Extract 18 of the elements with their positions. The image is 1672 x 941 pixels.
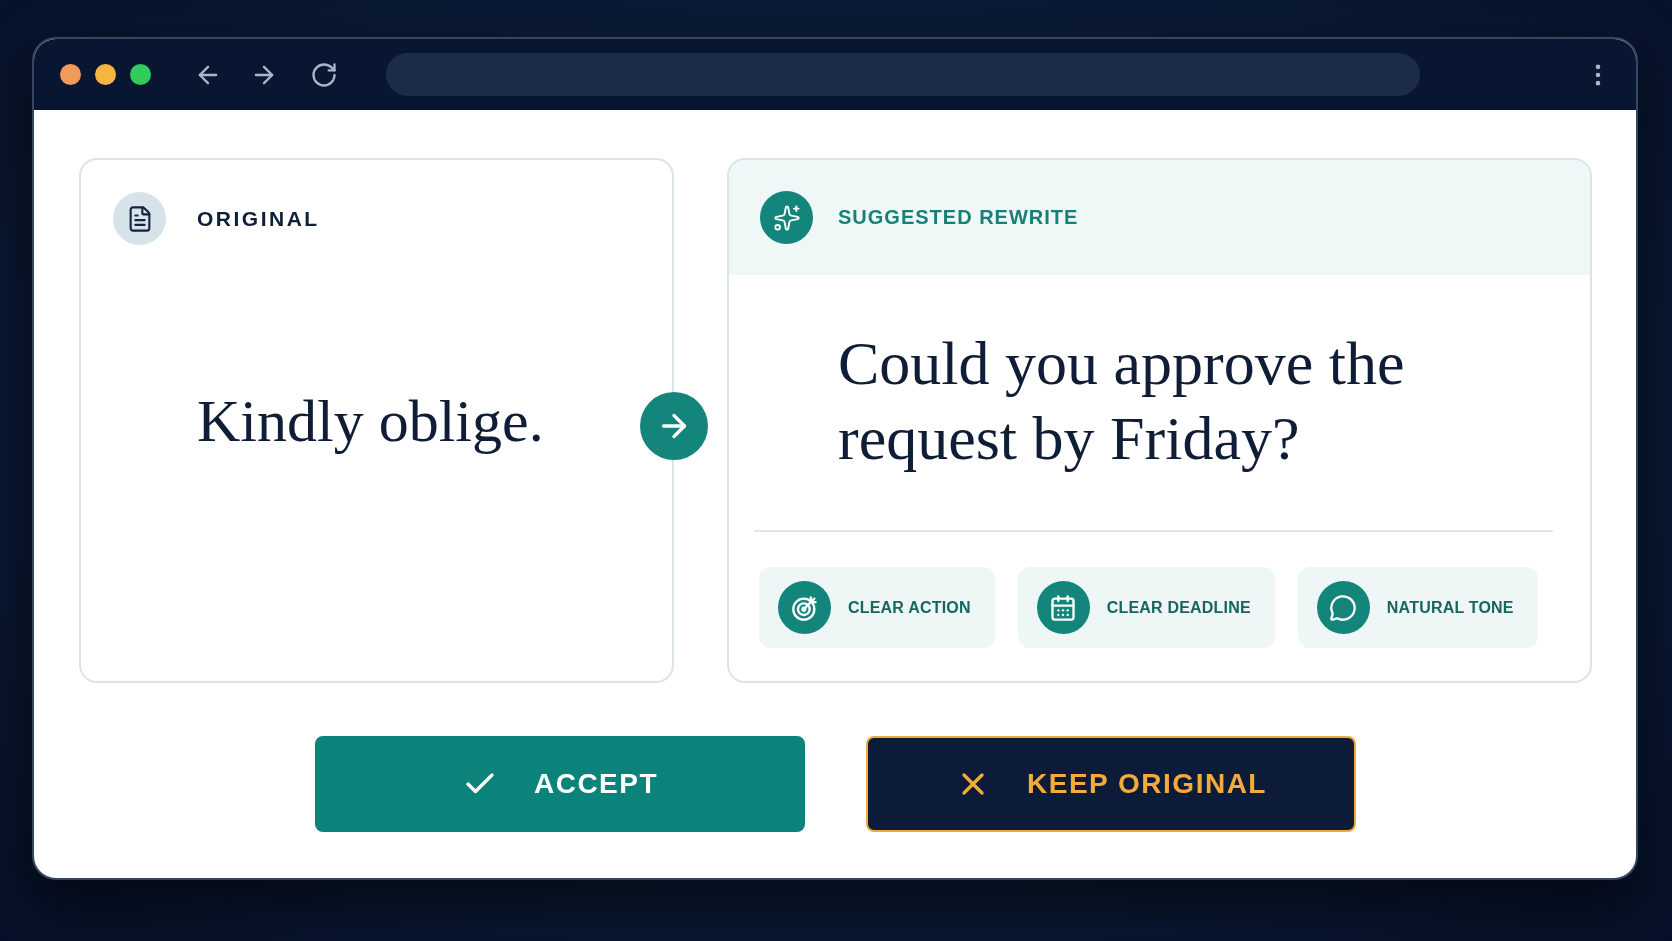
keep-original-button[interactable]: KEEP ORIGINAL (866, 736, 1356, 832)
speech-bubble-icon (1316, 581, 1370, 634)
original-label: ORIGINAL (197, 206, 320, 231)
original-text: Kindly oblige. (197, 387, 544, 456)
target-icon (778, 581, 831, 634)
reload-icon[interactable] (310, 60, 338, 89)
document-icon (113, 192, 166, 245)
window-dot-icon[interactable] (130, 64, 151, 85)
accept-button[interactable]: ACCEPT (315, 736, 805, 832)
sparkle-icon (760, 191, 813, 244)
calendar-icon (1036, 581, 1090, 634)
window-dot-icon[interactable] (95, 64, 116, 85)
quality-label: CLEAR ACTION (848, 598, 971, 617)
window-dot-icon[interactable] (60, 64, 81, 85)
quality-label: CLEAR DEADLINE (1106, 598, 1251, 617)
quality-label: NATURAL TONE (1386, 598, 1514, 617)
rewrite-text: Could you approve the request by Friday? (838, 327, 1406, 474)
rewrite-label: SUGGESTED REWRITE (838, 206, 1079, 229)
